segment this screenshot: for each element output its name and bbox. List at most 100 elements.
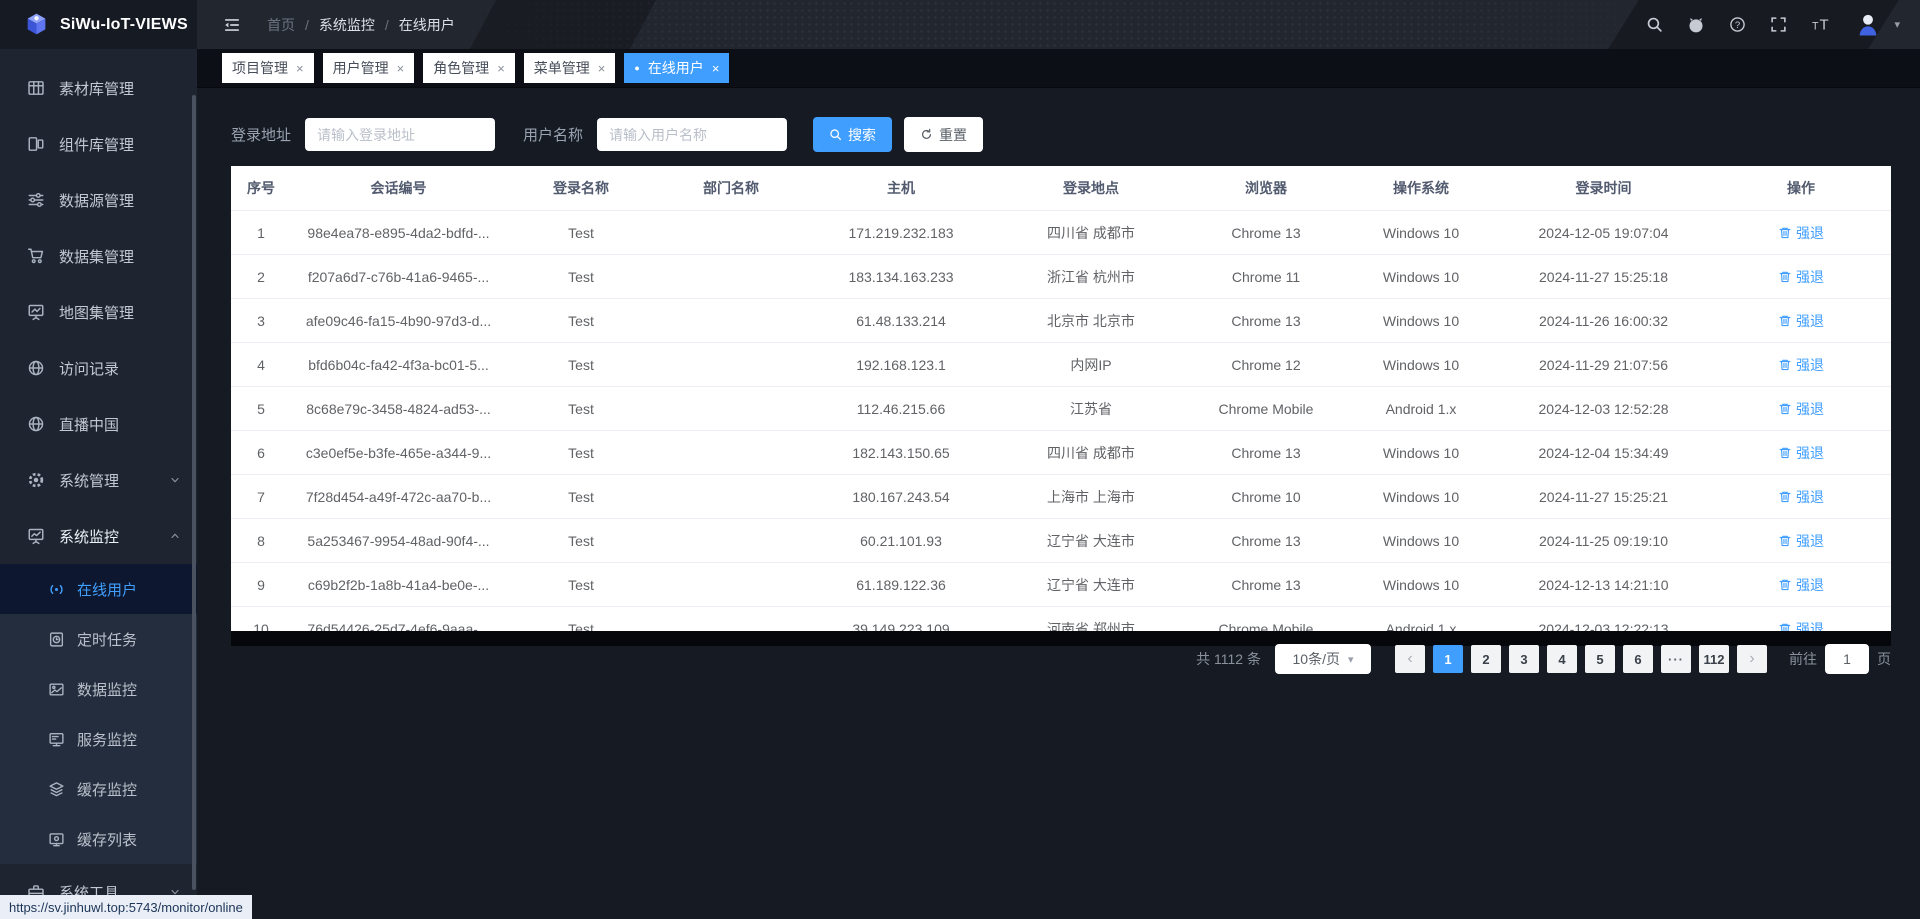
avatar[interactable] <box>1854 11 1882 39</box>
tab-3[interactable]: 角色管理× <box>423 53 515 83</box>
trash-icon <box>1778 446 1792 460</box>
tab-close-icon[interactable]: × <box>598 62 606 75</box>
force-logout-link[interactable]: 强退 <box>1778 443 1824 463</box>
pagination-total: 共 1112 条 <box>1196 649 1261 669</box>
table-row: 58c68e79c-3458-4824-ad53-...Test112.46.2… <box>231 387 1891 431</box>
font-size-icon[interactable] <box>1811 16 1830 33</box>
sidebar-item-4[interactable]: 数据集管理 <box>0 228 197 284</box>
tab-1[interactable]: 项目管理 × <box>222 53 314 83</box>
sidebar-item-9[interactable]: 系统监控 <box>0 508 197 564</box>
tab-close-icon[interactable]: × <box>296 62 304 75</box>
prev-page-button[interactable]: ‹ <box>1395 645 1425 673</box>
page-button-3[interactable]: 3 <box>1509 645 1539 673</box>
sidebar-item-3[interactable]: 数据源管理 <box>0 172 197 228</box>
sidebar-item-13[interactable]: 服务监控 <box>0 714 197 764</box>
sidebar-item-11[interactable]: 定时任务 <box>0 614 197 664</box>
jump-page-input[interactable] <box>1825 644 1869 674</box>
tab-close-icon[interactable]: × <box>397 62 405 75</box>
next-page-button[interactable]: › <box>1737 645 1767 673</box>
data-monitor-icon <box>48 681 65 698</box>
table-row: 9c69b2f2b-1a8b-41a4-be0e-...Test61.189.1… <box>231 563 1891 607</box>
sidebar-item-12[interactable]: 数据监控 <box>0 664 197 714</box>
col-header-login-name: 登录名称 <box>506 166 656 211</box>
force-logout-link[interactable]: 强退 <box>1778 399 1824 419</box>
login-address-label: 登录地址 <box>231 124 291 145</box>
online-users-table: 序号 会话编号 登录名称 部门名称 主机 登录地点 浏览器 操作系统 登录时间 … <box>231 166 1891 631</box>
page-button-2[interactable]: 2 <box>1471 645 1501 673</box>
cell-login_name: Test <box>506 343 656 387</box>
cell-os: Windows 10 <box>1346 211 1496 255</box>
sidebar-item-10[interactable]: 在线用户 <box>0 564 197 614</box>
search-icon[interactable] <box>1646 16 1663 33</box>
cell-os: Windows 10 <box>1346 343 1496 387</box>
sidebar-item-14[interactable]: 缓存监控 <box>0 764 197 814</box>
tab-close-icon[interactable]: × <box>712 62 720 75</box>
cell-login_time: 2024-12-04 15:34:49 <box>1496 431 1711 475</box>
top-header: SiWu-IoT-VIEWS 首页 / 系统监控 / 在线用户 ▾ <box>0 0 1920 49</box>
force-logout-link[interactable]: 强退 <box>1778 487 1824 507</box>
tab-close-icon[interactable]: × <box>497 62 505 75</box>
submenu: 在线用户定时任务数据监控服务监控缓存监控缓存列表 <box>0 564 197 864</box>
cell-session: afe09c46-fa15-4b90-97d3-d... <box>291 299 506 343</box>
force-logout-label: 强退 <box>1796 487 1824 507</box>
page-button-112[interactable]: 112 <box>1699 645 1729 673</box>
force-logout-link[interactable]: 强退 <box>1778 575 1824 595</box>
cell-location: 辽宁省 大连市 <box>996 563 1186 607</box>
cell-login_name: Test <box>506 387 656 431</box>
tab-4[interactable]: 菜单管理× <box>524 53 616 83</box>
force-logout-label: 强退 <box>1796 267 1824 287</box>
cell-login_time: 2024-11-27 15:25:21 <box>1496 475 1711 519</box>
sidebar-collapse-icon[interactable] <box>223 16 241 34</box>
cell-host: 171.219.232.183 <box>806 211 996 255</box>
sidebar-scrollbar[interactable] <box>192 95 196 890</box>
col-header-action: 操作 <box>1711 166 1891 211</box>
sidebar-item-1[interactable]: 素材库管理 <box>0 60 197 116</box>
help-icon[interactable] <box>1729 16 1746 33</box>
cell-location: 上海市 上海市 <box>996 475 1186 519</box>
sidebar-item-5[interactable]: 地图集管理 <box>0 284 197 340</box>
search-button[interactable]: 搜索 <box>813 117 892 152</box>
tab-2[interactable]: 用户管理× <box>323 53 415 83</box>
cell-login_time: 2024-11-29 21:07:56 <box>1496 343 1711 387</box>
sidebar-item-7[interactable]: 直播中国 <box>0 396 197 452</box>
force-logout-link[interactable]: 强退 <box>1778 311 1824 331</box>
cell-os: Windows 10 <box>1346 519 1496 563</box>
more-pages-button[interactable]: ··· <box>1661 645 1691 673</box>
cell-login_name: Test <box>506 431 656 475</box>
force-logout-link[interactable]: 强退 <box>1778 355 1824 375</box>
cell-os: Windows 10 <box>1346 299 1496 343</box>
cell-browser: Chrome Mobile <box>1186 607 1346 632</box>
login-address-input[interactable] <box>305 118 495 151</box>
fullscreen-icon[interactable] <box>1770 16 1787 33</box>
github-icon[interactable] <box>1687 16 1705 34</box>
cell-browser: Chrome 13 <box>1186 211 1346 255</box>
page-button-6[interactable]: 6 <box>1623 645 1653 673</box>
sidebar-item-2[interactable]: 组件库管理 <box>0 116 197 172</box>
page-size-select[interactable]: 10条/页 ▾ <box>1275 644 1371 674</box>
cell-session: bfd6b04c-fa42-4f3a-bc01-5... <box>291 343 506 387</box>
tab-label: 项目管理 <box>232 58 288 78</box>
force-logout-link[interactable]: 强退 <box>1778 619 1824 632</box>
globe-icon <box>27 415 45 433</box>
breadcrumb-home[interactable]: 首页 <box>267 15 295 35</box>
force-logout-link[interactable]: 强退 <box>1778 531 1824 551</box>
sidebar-item-8[interactable]: 系统管理 <box>0 452 197 508</box>
search-icon <box>829 128 842 141</box>
user-name-input[interactable] <box>597 118 787 151</box>
page-button-1[interactable]: 1 <box>1433 645 1463 673</box>
page-button-4[interactable]: 4 <box>1547 645 1577 673</box>
cell-dept <box>656 563 806 607</box>
col-header-index: 序号 <box>231 166 291 211</box>
reset-button[interactable]: 重置 <box>904 117 983 152</box>
force-logout-link[interactable]: 强退 <box>1778 267 1824 287</box>
force-logout-link[interactable]: 强退 <box>1778 223 1824 243</box>
page-button-5[interactable]: 5 <box>1585 645 1615 673</box>
component-icon <box>27 135 45 153</box>
tab-5[interactable]: ●在线用户× <box>624 53 729 83</box>
schedule-icon <box>48 631 65 648</box>
sidebar-item-label: 缓存列表 <box>77 829 137 850</box>
sidebar-item-6[interactable]: 访问记录 <box>0 340 197 396</box>
chevron-down-icon[interactable]: ▾ <box>1894 18 1900 31</box>
sidebar-item-15[interactable]: 缓存列表 <box>0 814 197 864</box>
table-row: 4bfd6b04c-fa42-4f3a-bc01-5...Test192.168… <box>231 343 1891 387</box>
